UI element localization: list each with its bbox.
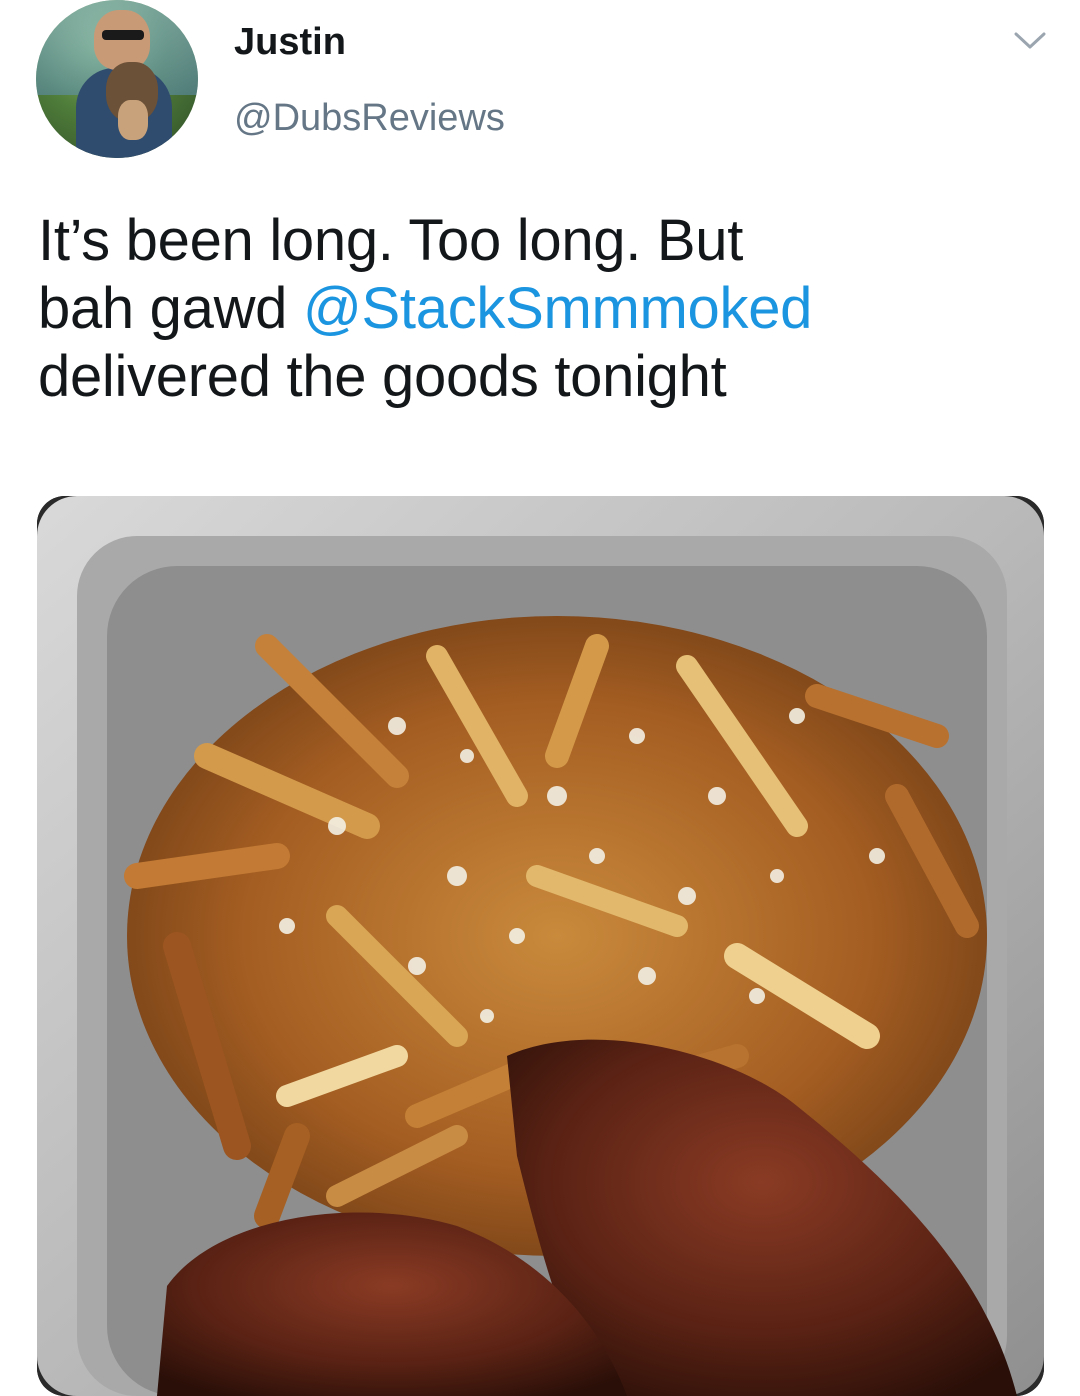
avatar-dog-chest: [118, 100, 148, 140]
chevron-down-icon[interactable]: [1012, 26, 1048, 54]
avatar[interactable]: [36, 0, 198, 158]
food-photo: [37, 496, 1044, 1396]
tweet-line-1: It’s been long. Too long. But: [38, 207, 1038, 275]
tweet-line-3: delivered the goods tonight: [38, 343, 1038, 411]
tweet-line-2: bah gawd @StackSmmmoked: [38, 275, 1038, 343]
mention-link[interactable]: @StackSmmmoked: [303, 276, 812, 341]
tweet-photo[interactable]: [37, 496, 1044, 1396]
tweet-line-2-prefix: bah gawd: [38, 276, 303, 341]
tweet-text: It’s been long. Too long. But bah gawd @…: [38, 207, 1038, 411]
user-handle[interactable]: @DubsReviews: [234, 94, 505, 142]
avatar-sunglasses: [102, 30, 144, 40]
avatar-figure-head: [94, 10, 150, 70]
display-name[interactable]: Justin: [234, 18, 346, 66]
